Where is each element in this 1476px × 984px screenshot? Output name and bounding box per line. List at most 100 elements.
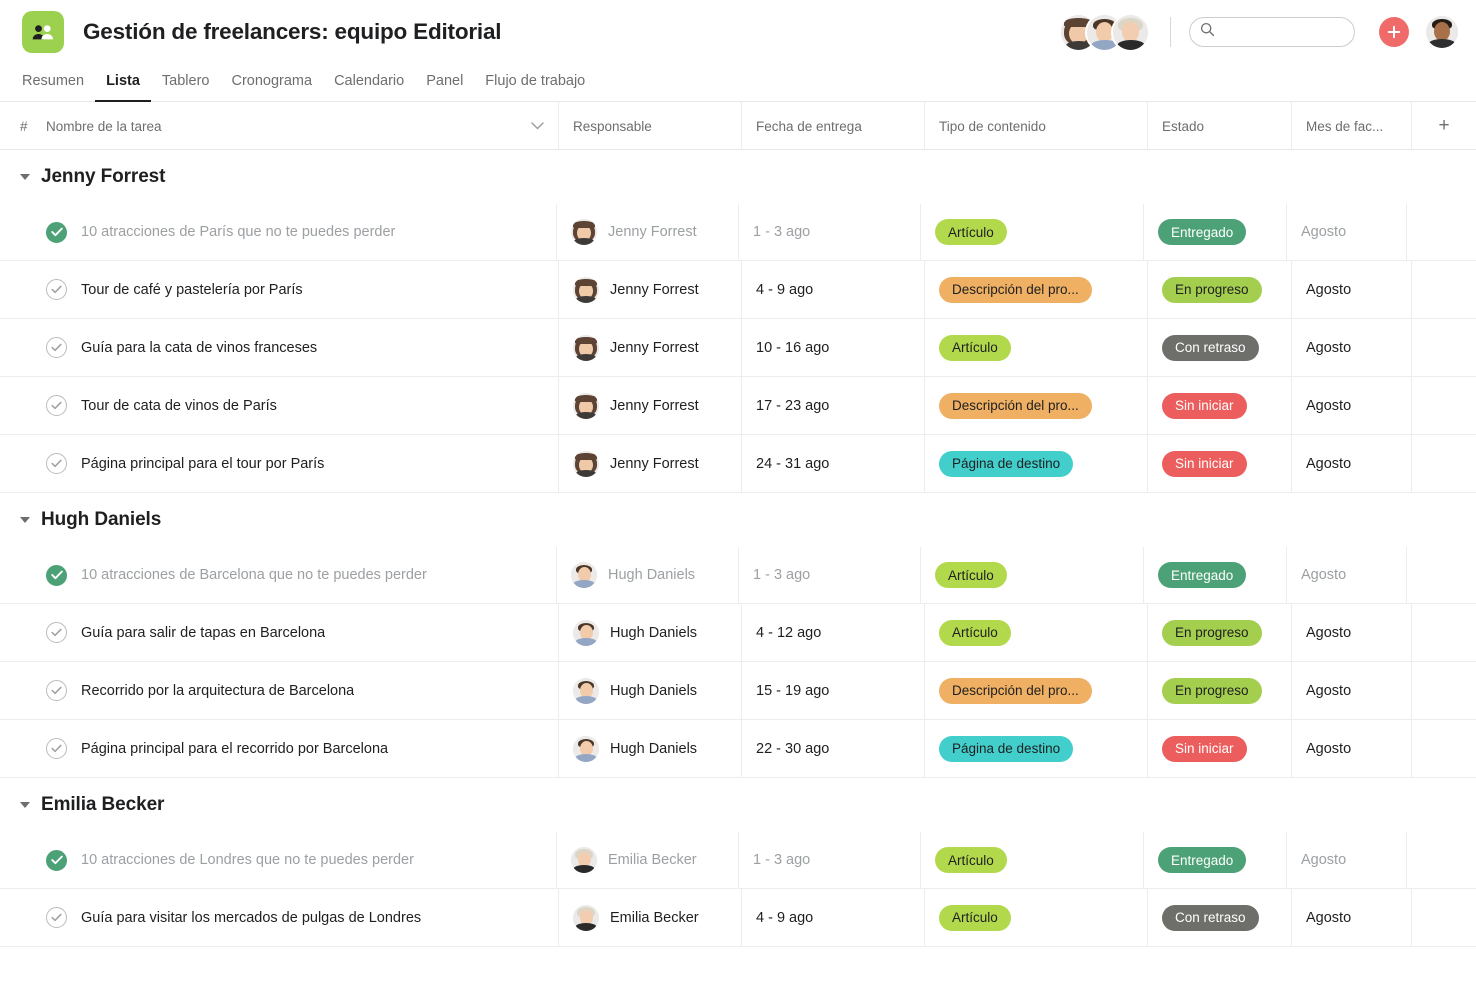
avatar-emilia[interactable] [1113, 14, 1148, 50]
content-type-cell[interactable]: Página de destino [925, 720, 1148, 777]
task-incomplete-check-icon[interactable] [46, 907, 67, 928]
table-row[interactable]: Página principal para el tour por París J… [0, 435, 1476, 493]
billing-month-cell[interactable]: Agosto [1287, 832, 1407, 888]
task-complete-check-icon[interactable] [46, 564, 67, 586]
table-row[interactable]: Tour de cata de vinos de París Jenny Forr… [0, 377, 1476, 435]
column-header-status[interactable]: Estado [1148, 102, 1292, 150]
status-cell[interactable]: Con retraso [1148, 889, 1292, 946]
table-row[interactable]: Recorrido por la arquitectura de Barcelo… [0, 662, 1476, 720]
content-type-cell[interactable]: Artículo [925, 319, 1148, 376]
due-date-cell[interactable]: 17 - 23 ago [742, 377, 925, 434]
content-type-cell[interactable]: Descripción del pro... [925, 261, 1148, 318]
table-row[interactable]: Guía para salir de tapas en Barcelona Hug… [0, 604, 1476, 662]
billing-month-cell[interactable]: Agosto [1292, 720, 1412, 777]
tab-calendario[interactable]: Calendario [323, 73, 415, 102]
due-date-cell[interactable]: 15 - 19 ago [742, 662, 925, 719]
assignee-cell[interactable]: Jenny Forrest [559, 377, 742, 434]
billing-month-cell[interactable]: Agosto [1292, 604, 1412, 661]
billing-month-cell[interactable]: Agosto [1292, 662, 1412, 719]
status-cell[interactable]: Con retraso [1148, 319, 1292, 376]
status-cell[interactable]: Sin iniciar [1148, 720, 1292, 777]
tab-flujo-de-trabajo[interactable]: Flujo de trabajo [474, 73, 596, 102]
task-incomplete-check-icon[interactable] [46, 279, 67, 300]
task-group-header[interactable]: Jenny Forrest [0, 150, 1476, 204]
content-type-cell[interactable]: Artículo [925, 604, 1148, 661]
column-header-assignee[interactable]: Responsable [559, 102, 742, 150]
task-name-cell[interactable]: 10 atracciones de Barcelona que no te pu… [0, 547, 557, 603]
content-type-cell[interactable]: Descripción del pro... [925, 377, 1148, 434]
billing-month-cell[interactable]: Agosto [1292, 261, 1412, 318]
current-user-avatar[interactable] [1426, 16, 1458, 48]
task-name-cell[interactable]: Recorrido por la arquitectura de Barcelo… [0, 662, 559, 719]
status-cell[interactable]: Entregado [1144, 204, 1287, 260]
task-name-cell[interactable]: Tour de café y pastelería por París [0, 261, 559, 318]
row-trailing-cell[interactable] [1412, 662, 1476, 719]
task-name-cell[interactable]: 10 atracciones de Londres que no te pued… [0, 832, 557, 888]
column-header-task[interactable]: Nombre de la tarea [46, 102, 559, 150]
assignee-cell[interactable]: Hugh Daniels [559, 662, 742, 719]
status-cell[interactable]: En progreso [1148, 662, 1292, 719]
chevron-down-icon[interactable] [531, 119, 544, 133]
task-incomplete-check-icon[interactable] [46, 680, 67, 701]
billing-month-cell[interactable]: Agosto [1287, 204, 1407, 260]
caret-down-icon[interactable] [20, 802, 30, 808]
billing-month-cell[interactable]: Agosto [1292, 319, 1412, 376]
table-row[interactable]: 10 atracciones de Londres que no te pued… [0, 832, 1476, 889]
tab-tablero[interactable]: Tablero [151, 73, 221, 102]
task-name-cell[interactable]: Guía para la cata de vinos franceses [0, 319, 559, 376]
caret-down-icon[interactable] [20, 174, 30, 180]
table-row[interactable]: 10 atracciones de París que no te puedes… [0, 204, 1476, 261]
task-name-cell[interactable]: Página principal para el recorrido por B… [0, 720, 559, 777]
table-row[interactable]: 10 atracciones de Barcelona que no te pu… [0, 547, 1476, 604]
task-incomplete-check-icon[interactable] [46, 622, 67, 643]
content-type-cell[interactable]: Artículo [925, 889, 1148, 946]
content-type-cell[interactable]: Descripción del pro... [925, 662, 1148, 719]
column-header-billing-month[interactable]: Mes de fac... [1292, 102, 1412, 150]
column-header-content-type[interactable]: Tipo de contenido [925, 102, 1148, 150]
row-trailing-cell[interactable] [1412, 261, 1476, 318]
task-incomplete-check-icon[interactable] [46, 738, 67, 759]
task-group-header[interactable]: Hugh Daniels [0, 493, 1476, 547]
task-name-cell[interactable]: Guía para salir de tapas en Barcelona [0, 604, 559, 661]
assignee-cell[interactable]: Jenny Forrest [557, 204, 739, 260]
billing-month-cell[interactable]: Agosto [1292, 889, 1412, 946]
table-row[interactable]: Guía para visitar los mercados de pulgas… [0, 889, 1476, 947]
assignee-cell[interactable]: Emilia Becker [559, 889, 742, 946]
task-incomplete-check-icon[interactable] [46, 453, 67, 474]
billing-month-cell[interactable]: Agosto [1292, 377, 1412, 434]
due-date-cell[interactable]: 1 - 3 ago [739, 547, 921, 603]
assignee-cell[interactable]: Emilia Becker [557, 832, 739, 888]
caret-down-icon[interactable] [20, 517, 30, 523]
task-name-cell[interactable]: 10 atracciones de París que no te puedes… [0, 204, 557, 260]
add-button[interactable] [1379, 17, 1409, 47]
task-group-header[interactable]: Emilia Becker [0, 778, 1476, 832]
status-cell[interactable]: Entregado [1144, 547, 1287, 603]
tab-lista[interactable]: Lista [95, 73, 151, 102]
search-box[interactable] [1189, 17, 1355, 47]
table-row[interactable]: Guía para la cata de vinos franceses Jenn… [0, 319, 1476, 377]
billing-month-cell[interactable]: Agosto [1287, 547, 1407, 603]
task-complete-check-icon[interactable] [46, 849, 67, 871]
billing-month-cell[interactable]: Agosto [1292, 435, 1412, 492]
row-trailing-cell[interactable] [1412, 889, 1476, 946]
task-name-cell[interactable]: Guía para visitar los mercados de pulgas… [0, 889, 559, 946]
due-date-cell[interactable]: 1 - 3 ago [739, 832, 921, 888]
task-name-cell[interactable]: Página principal para el tour por París [0, 435, 559, 492]
due-date-cell[interactable]: 4 - 9 ago [742, 889, 925, 946]
tab-resumen[interactable]: Resumen [22, 73, 95, 102]
assignee-cell[interactable]: Hugh Daniels [559, 720, 742, 777]
due-date-cell[interactable]: 4 - 9 ago [742, 261, 925, 318]
row-trailing-cell[interactable] [1412, 604, 1476, 661]
assignee-cell[interactable]: Jenny Forrest [559, 319, 742, 376]
row-trailing-cell[interactable] [1407, 547, 1471, 603]
content-type-cell[interactable]: Artículo [921, 204, 1144, 260]
status-cell[interactable]: Sin iniciar [1148, 435, 1292, 492]
task-incomplete-check-icon[interactable] [46, 395, 67, 416]
status-cell[interactable]: En progreso [1148, 604, 1292, 661]
table-row[interactable]: Página principal para el recorrido por B… [0, 720, 1476, 778]
row-trailing-cell[interactable] [1407, 832, 1471, 888]
assignee-cell[interactable]: Jenny Forrest [559, 435, 742, 492]
content-type-cell[interactable]: Artículo [921, 547, 1144, 603]
member-avatar-stack[interactable] [1061, 14, 1148, 50]
status-cell[interactable]: En progreso [1148, 261, 1292, 318]
